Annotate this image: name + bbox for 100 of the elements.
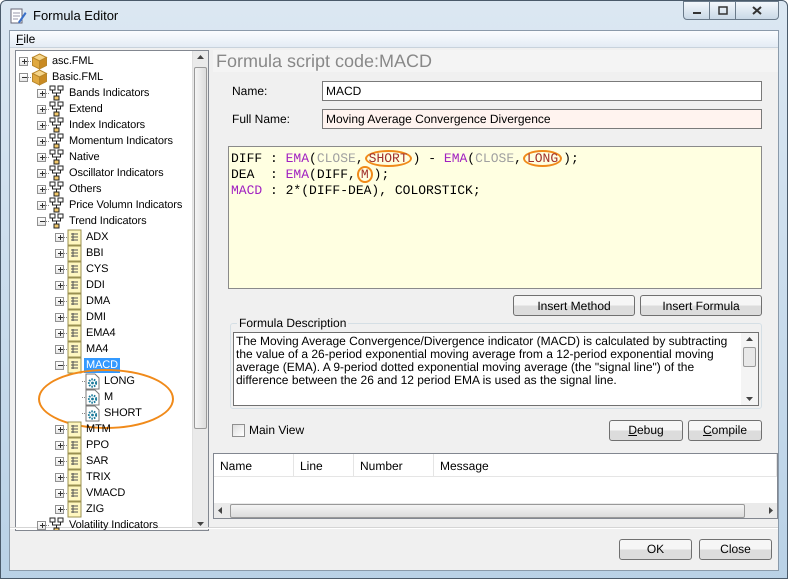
document-icon <box>67 340 82 358</box>
gear-document-icon <box>85 388 100 406</box>
expand-toggle[interactable] <box>55 424 64 434</box>
tree-item[interactable]: Native <box>67 150 102 164</box>
action-button[interactable]: Debug <box>609 420 683 440</box>
expand-toggle[interactable] <box>19 56 28 66</box>
hierarchy-icon <box>49 181 65 197</box>
tree-item[interactable]: Trend Indicators <box>67 214 148 228</box>
code-text: (DIFF, <box>309 166 356 182</box>
document-icon <box>67 276 82 294</box>
expand-toggle[interactable] <box>55 328 64 338</box>
maximize-button[interactable] <box>709 1 736 20</box>
window-title: Formula Editor <box>33 8 118 23</box>
expand-toggle[interactable] <box>37 184 46 194</box>
text-field[interactable]: MACD <box>322 81 762 101</box>
tree-item[interactable]: DDI <box>84 278 107 292</box>
close-button[interactable] <box>735 1 779 20</box>
scrollbar[interactable] <box>192 51 208 530</box>
tree-item[interactable]: Index Indicators <box>67 118 148 132</box>
menu-item[interactable]: File <box>10 32 42 46</box>
maximize-icon <box>718 6 728 15</box>
tree-item[interactable]: LONG <box>102 374 137 388</box>
expand-toggle[interactable] <box>37 88 46 98</box>
code-editor[interactable]: DIFF : EMA(CLOSE, SHORT ) - EMA(CLOSE, LONG ); DEA : EMA(DIFF, M ); MACD : 2*(DIFF-DEA), COLORSTICK; <box>228 146 762 289</box>
tree-item[interactable]: BBI <box>84 246 106 260</box>
action-button[interactable]: Compile <box>688 420 762 440</box>
tree-item[interactable]: VMACD <box>84 486 128 500</box>
expand-toggle[interactable] <box>55 440 64 450</box>
dialog-button[interactable]: OK <box>619 538 692 560</box>
plus-icon <box>56 296 63 306</box>
tree-item[interactable]: Price Volumn Indicators <box>67 198 184 212</box>
expand-toggle[interactable] <box>37 168 46 178</box>
tree-item[interactable]: M <box>102 390 116 404</box>
scroll-thumb[interactable] <box>743 347 756 367</box>
tree-item[interactable]: MA4 <box>84 342 110 356</box>
insert-button[interactable]: Insert Formula <box>640 295 762 316</box>
hierarchy-icon <box>49 133 65 149</box>
expand-toggle[interactable] <box>55 312 64 322</box>
tree-item[interactable]: DMI <box>84 310 108 324</box>
tree-item[interactable]: CYS <box>84 262 110 276</box>
collapse-toggle[interactable] <box>19 72 28 82</box>
tree-item[interactable]: Volatility Indicators <box>67 518 160 530</box>
expand-toggle[interactable] <box>55 456 64 466</box>
expand-toggle[interactable] <box>55 504 64 514</box>
code-text: , <box>514 150 522 166</box>
expand-toggle[interactable] <box>55 280 64 290</box>
expand-toggle[interactable] <box>37 120 46 130</box>
document-icon <box>67 244 82 262</box>
tree-item[interactable]: DMA <box>84 294 112 308</box>
plus-icon <box>38 120 45 130</box>
text-field[interactable]: Moving Average Convergence Divergence <box>322 109 762 129</box>
document-icon <box>67 260 82 278</box>
expand-toggle[interactable] <box>55 472 64 482</box>
expand-toggle[interactable] <box>37 200 46 210</box>
tree-item[interactable]: Others <box>67 182 104 196</box>
tree-item[interactable]: Oscillator Indicators <box>67 166 166 180</box>
checkbox[interactable] <box>232 424 245 436</box>
tree-item[interactable]: Basic.FML <box>50 70 106 84</box>
scroll-thumb[interactable] <box>194 67 207 429</box>
plus-icon <box>56 456 63 466</box>
expand-toggle[interactable] <box>37 136 46 146</box>
expand-toggle[interactable] <box>55 248 64 258</box>
tree-item[interactable]: TRIX <box>84 470 113 484</box>
tree-item[interactable]: ADX <box>84 230 110 244</box>
expand-toggle[interactable] <box>37 104 46 114</box>
expand-toggle[interactable] <box>55 264 64 274</box>
tree-item[interactable]: EMA4 <box>84 326 118 340</box>
expand-toggle[interactable] <box>37 152 46 162</box>
column-header[interactable]: Number <box>354 454 434 476</box>
plus-icon <box>38 136 45 146</box>
document-icon <box>67 436 82 454</box>
column-header[interactable]: Message <box>434 454 777 476</box>
code-text: ); <box>563 150 579 166</box>
expand-toggle[interactable] <box>55 344 64 354</box>
document-icon <box>67 308 82 326</box>
expand-toggle[interactable] <box>55 488 64 498</box>
expand-toggle[interactable] <box>37 520 46 530</box>
plus-icon <box>56 424 63 434</box>
expand-toggle[interactable] <box>55 232 64 242</box>
constant-name: CLOSE <box>316 150 356 166</box>
gear-document-icon <box>85 404 100 422</box>
collapse-toggle[interactable] <box>55 360 64 370</box>
plus-icon <box>38 200 45 210</box>
collapse-toggle[interactable] <box>37 216 46 226</box>
dialog-button[interactable]: Close <box>699 538 772 560</box>
document-icon <box>67 420 82 438</box>
tree-item[interactable]: asc.FML <box>50 54 96 68</box>
scrollbar[interactable] <box>741 333 758 405</box>
minimize-button[interactable] <box>683 1 710 20</box>
tree-item[interactable]: SAR <box>84 454 110 468</box>
tree-item[interactable]: SHORT <box>102 406 144 420</box>
insert-button[interactable]: Insert Method <box>513 295 635 316</box>
tree-item[interactable]: Bands Indicators <box>67 86 152 100</box>
expand-toggle[interactable] <box>55 296 64 306</box>
tree-item[interactable]: Extend <box>67 102 105 116</box>
tree-item[interactable]: Momentum Indicators <box>67 134 175 148</box>
tree-item[interactable]: ZIG <box>84 502 106 516</box>
column-header[interactable]: Line <box>294 454 354 476</box>
column-header[interactable]: Name <box>214 454 294 476</box>
tree-item[interactable]: PPO <box>84 438 111 452</box>
